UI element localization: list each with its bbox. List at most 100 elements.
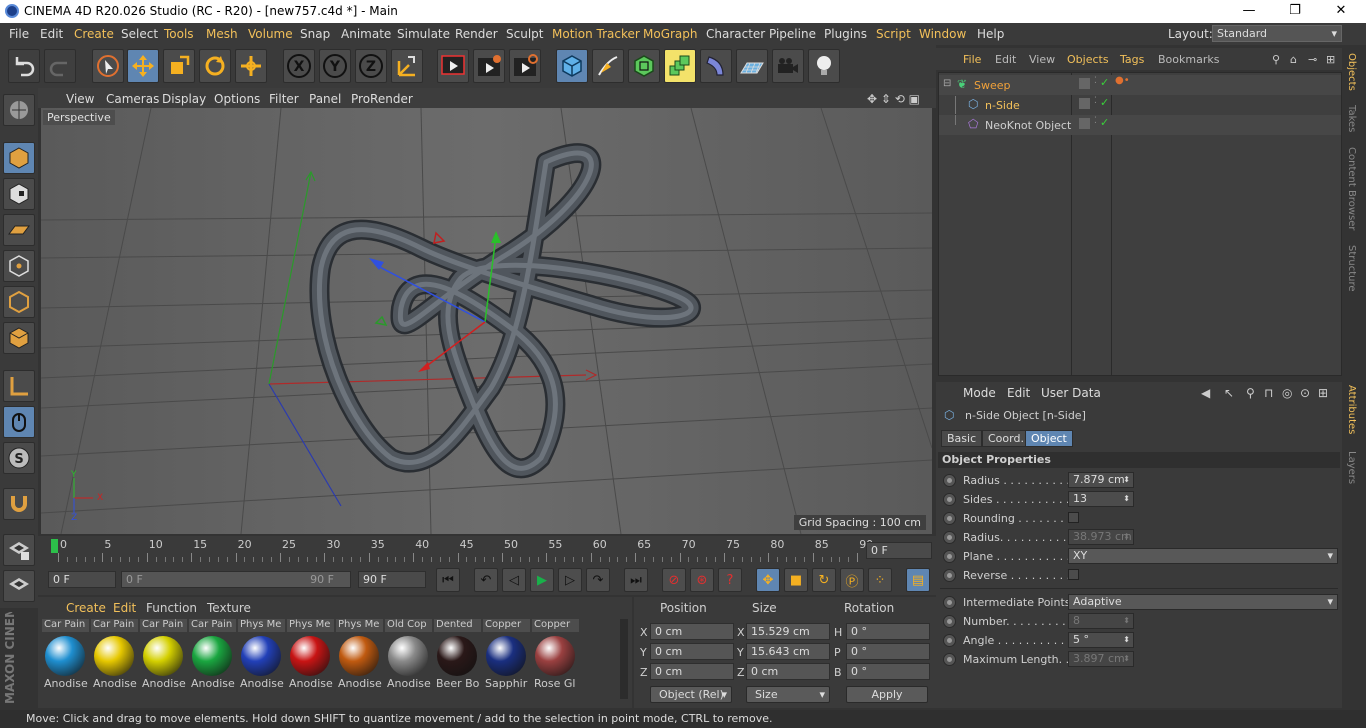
transform-tool-button[interactable] (235, 49, 267, 83)
animate-radio-icon[interactable] (943, 550, 956, 563)
viewport-menu-panel[interactable]: Panel (309, 92, 341, 106)
size-x-field[interactable]: 15.529 cm (746, 623, 830, 640)
animate-radio-icon[interactable] (943, 615, 956, 628)
target-icon[interactable]: ◎ (1282, 386, 1292, 400)
camera-button[interactable] (772, 49, 804, 83)
render-settings-button[interactable] (509, 49, 541, 83)
close-button[interactable]: ✕ (1318, 2, 1364, 21)
menu-select[interactable]: Select (121, 27, 158, 41)
viewport-solo-hierarchy-button[interactable] (3, 570, 35, 602)
world-coordinates-button[interactable] (391, 49, 423, 83)
previous-key-button[interactable]: ↶ (474, 568, 498, 592)
enabled-check-icon[interactable]: ✓ (1100, 96, 1109, 109)
rotation-b-field[interactable]: 0 ° (846, 663, 930, 680)
size-z-field[interactable]: 0 cm (746, 663, 830, 680)
model-mode-button[interactable] (3, 142, 35, 174)
stepper-arrows-icon[interactable]: ⬍ (1123, 492, 1130, 506)
viewport-menu-options[interactable]: Options (214, 92, 260, 106)
viewport-menu-view[interactable]: View (66, 92, 94, 106)
link-icon[interactable]: ⊸ (1308, 53, 1317, 66)
z-axis-lock-button[interactable]: Z (355, 49, 387, 83)
menu-pipeline[interactable]: Pipeline (769, 27, 816, 41)
om-menu-edit[interactable]: Edit (995, 53, 1016, 66)
object-row-neoknot[interactable]: ⬠ NeoKnot Object ⁚ ✓ (939, 115, 1341, 135)
material-swatch[interactable]: Dented Beer Bo (434, 619, 481, 690)
new-window-icon[interactable]: ⊞ (1326, 53, 1335, 66)
enabled-check-icon[interactable]: ✓ (1100, 76, 1109, 89)
material-menu-function[interactable]: Function (146, 601, 197, 615)
apply-button[interactable]: Apply (846, 686, 928, 703)
menu-character[interactable]: Character (706, 27, 765, 41)
redo-button[interactable] (44, 49, 76, 83)
menu-create[interactable]: Create (74, 27, 114, 41)
previous-frame-button[interactable]: ◁ (502, 568, 526, 592)
menu-snap[interactable]: Snap (300, 27, 330, 41)
viewport-menu-display[interactable]: Display (162, 92, 206, 106)
layer-swatch[interactable] (1079, 78, 1090, 89)
y-axis-lock-button[interactable]: Y (319, 49, 351, 83)
live-selection-button[interactable] (92, 49, 124, 83)
material-menu-texture[interactable]: Texture (207, 601, 251, 615)
rotation-h-field[interactable]: 0 ° (846, 623, 930, 640)
key-rotation-button[interactable]: ↻ (812, 568, 836, 592)
layout-select[interactable]: Standard ▾ (1212, 25, 1342, 42)
back-arrow-icon[interactable]: ◀ (1201, 386, 1210, 400)
property-number-field[interactable]: 13 ⬍ (1068, 491, 1134, 507)
light-button[interactable] (808, 49, 840, 83)
floor-button[interactable] (736, 49, 768, 83)
property-checkbox[interactable] (1068, 512, 1079, 523)
animate-radio-icon[interactable] (943, 653, 956, 666)
viewport-navigation-icons[interactable]: ✥ ⇕ ⟲ ▣ (867, 92, 920, 106)
attr-menu-user-data[interactable]: User Data (1041, 386, 1101, 400)
material-swatch[interactable]: Car Pain Anodise (91, 619, 138, 690)
property-number-field[interactable]: 5 ° ⬍ (1068, 632, 1134, 648)
auto-keying-button[interactable]: ⊛ (690, 568, 714, 592)
viewport-solo-button[interactable] (3, 534, 35, 566)
up-arrow-icon[interactable]: ↖ (1224, 386, 1234, 400)
tab-object[interactable]: Object (1025, 430, 1073, 447)
tweak-mode-button[interactable] (3, 406, 35, 438)
size-mode-select[interactable]: Size ▾ (746, 686, 830, 703)
tab-objects[interactable]: Objects (1346, 53, 1357, 91)
menu-render[interactable]: Render (455, 27, 498, 41)
search-icon[interactable]: ⚲ (1272, 53, 1280, 66)
material-swatch[interactable]: Phys Me Anodise (238, 619, 285, 690)
preview-range-slider[interactable]: 0 F 90 F (121, 571, 351, 588)
viewport-menu-filter[interactable]: Filter (269, 92, 299, 106)
om-menu-bookmarks[interactable]: Bookmarks (1158, 53, 1219, 66)
property-checkbox[interactable] (1068, 569, 1079, 580)
menu-edit[interactable]: Edit (40, 27, 63, 41)
points-mode-button[interactable] (3, 250, 35, 282)
timeline-window-button[interactable]: ▤ (906, 568, 930, 592)
viewport-menu-cameras[interactable]: Cameras (106, 92, 159, 106)
object-row-n-side[interactable]: ⬡ n-Side ⁚ ✓ (939, 95, 1341, 115)
material-menu-edit[interactable]: Edit (113, 601, 136, 615)
menu-window[interactable]: Window (919, 27, 966, 41)
workplane-mode-button[interactable] (3, 214, 35, 246)
timeline-playhead[interactable] (51, 539, 58, 553)
menu-animate[interactable]: Animate (341, 27, 391, 41)
key-pla-button[interactable]: ⁘ (868, 568, 892, 592)
polygons-mode-button[interactable] (3, 322, 35, 354)
position-y-field[interactable]: 0 cm (650, 643, 734, 660)
menu-script[interactable]: Script (876, 27, 911, 41)
material-scrollbar[interactable] (620, 619, 628, 699)
key-position-button[interactable]: ✥ (756, 568, 780, 592)
camera-label[interactable]: Perspective (43, 110, 115, 125)
go-to-end-button[interactable]: ⏭ (624, 568, 648, 592)
end-frame-field[interactable]: 90 F (358, 571, 426, 588)
menu-help[interactable]: Help (977, 27, 1004, 41)
rotation-p-field[interactable]: 0 ° (846, 643, 930, 660)
perspective-viewport[interactable]: Perspective Y X Z Grid Spacing : 100 cm (41, 108, 932, 534)
om-menu-tags[interactable]: Tags (1120, 53, 1144, 66)
om-menu-file[interactable]: File (963, 53, 981, 66)
restore-button[interactable]: ❐ (1272, 2, 1318, 21)
material-swatch[interactable]: Copper Rose Gl (532, 619, 579, 690)
pen-tool-button[interactable] (592, 49, 624, 83)
position-z-field[interactable]: 0 cm (650, 663, 734, 680)
deformer-button[interactable] (700, 49, 732, 83)
next-key-button[interactable]: ↷ (586, 568, 610, 592)
attr-menu-edit[interactable]: Edit (1007, 386, 1030, 400)
rotate-tool-button[interactable] (199, 49, 231, 83)
animate-radio-icon[interactable] (943, 512, 956, 525)
